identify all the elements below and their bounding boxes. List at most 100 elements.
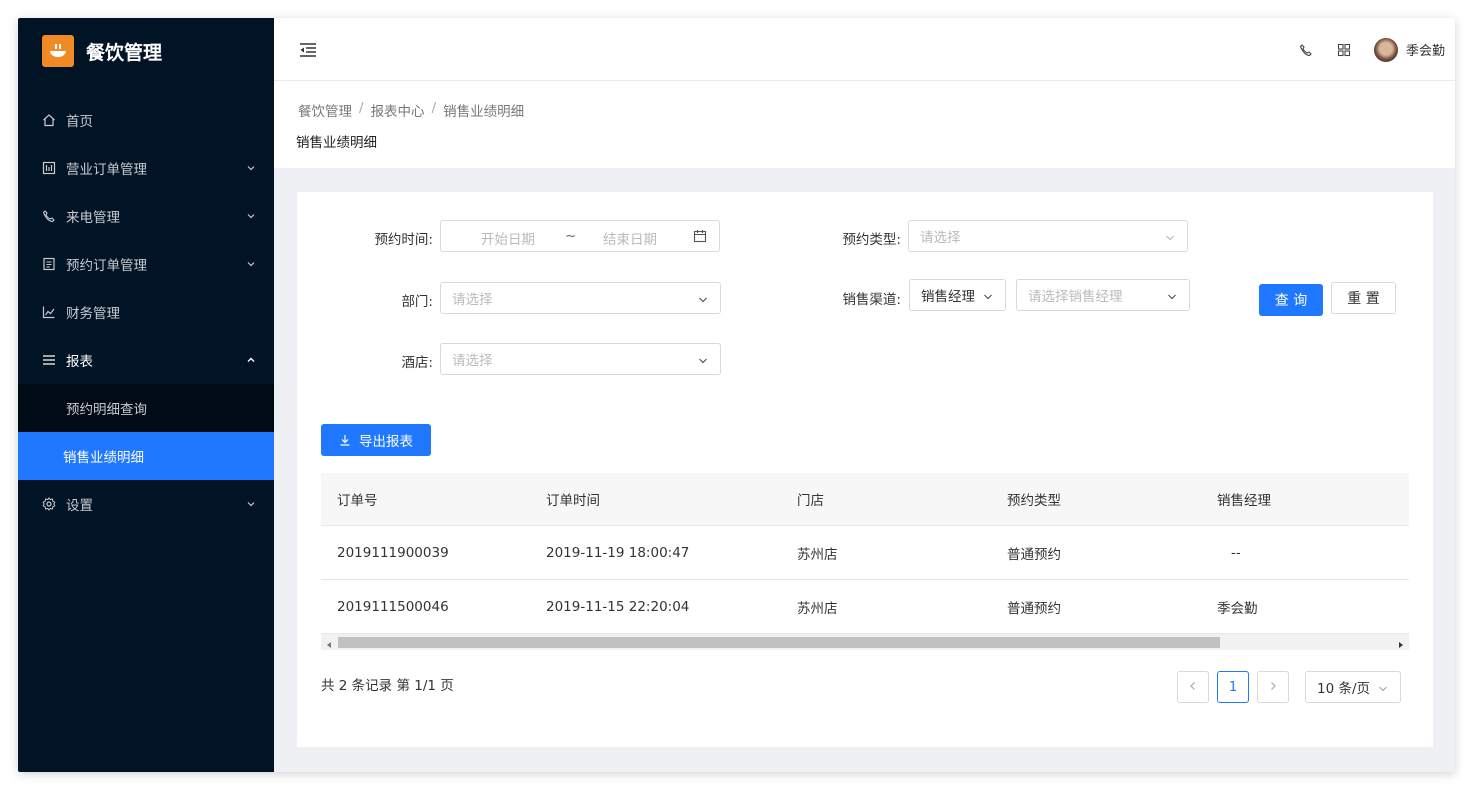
chart-icon bbox=[42, 305, 56, 319]
chevron-down-icon bbox=[246, 259, 256, 269]
column-header: 门店 bbox=[797, 493, 824, 509]
page-header: 餐饮管理 / 报表中心 / 销售业绩明细 销售业绩明细 bbox=[274, 81, 1455, 168]
sidebar-item-settings[interactable]: 设置 bbox=[18, 480, 274, 528]
booking-type-label: 预约类型: bbox=[842, 232, 901, 248]
breadcrumb-separator: / bbox=[359, 100, 364, 116]
content-card: 预约时间: 开始日期 ~ 结束日期 预约类型: 请选择 部门: 请选择 销售渠道… bbox=[297, 192, 1433, 747]
next-page-button[interactable] bbox=[1257, 671, 1289, 703]
chevron-down-icon bbox=[1378, 682, 1388, 698]
reset-button[interactable]: 重 置 bbox=[1331, 282, 1396, 314]
booking-type-placeholder: 请选择 bbox=[920, 230, 961, 246]
hotel-placeholder: 请选择 bbox=[452, 353, 493, 369]
sidebar-item-label: 营业订单管理 bbox=[66, 162, 147, 178]
page-button-current[interactable]: 1 bbox=[1217, 671, 1249, 703]
top-header: 季会勤 bbox=[274, 18, 1455, 81]
sidebar-item-label: 预约明细查询 bbox=[66, 402, 147, 418]
breadcrumb-item[interactable]: 餐饮管理 bbox=[298, 100, 352, 120]
manager-placeholder: 请选择销售经理 bbox=[1028, 289, 1123, 305]
sidebar-item-booking-orders[interactable]: 预约订单管理 bbox=[18, 240, 274, 288]
chevron-down-icon bbox=[698, 293, 708, 303]
scrollbar-thumb[interactable] bbox=[338, 637, 1220, 648]
column-header: 订单时间 bbox=[546, 493, 600, 509]
table-cell: 2019111900039 bbox=[337, 544, 449, 561]
table-row: 2019111900039 2019-11-19 18:00:47 苏州店 普通… bbox=[321, 526, 1409, 580]
sidebar-item-label: 首页 bbox=[66, 114, 93, 130]
chevron-down-icon bbox=[1165, 231, 1175, 241]
scroll-left-icon[interactable] bbox=[325, 638, 333, 648]
collapse-menu-icon[interactable] bbox=[298, 40, 318, 60]
breadcrumb-item: 销售业绩明细 bbox=[443, 104, 525, 120]
export-button[interactable]: 导出报表 bbox=[321, 424, 431, 456]
sidebar-item-reports[interactable]: 报表 bbox=[18, 336, 274, 384]
sidebar-item-label: 预约订单管理 bbox=[66, 258, 147, 274]
breadcrumb: 餐饮管理 / 报表中心 / 销售业绩明细 bbox=[298, 100, 524, 120]
header-actions: 季会勤 bbox=[1298, 18, 1445, 81]
chevron-down-icon bbox=[246, 211, 256, 221]
horizontal-scrollbar[interactable] bbox=[321, 634, 1409, 650]
page-title: 销售业绩明细 bbox=[296, 135, 377, 151]
menu-icon bbox=[42, 353, 56, 367]
table-cell: 普通预约 bbox=[1007, 600, 1061, 617]
dept-label: 部门: bbox=[401, 294, 433, 310]
home-icon bbox=[42, 113, 56, 127]
start-date-placeholder[interactable]: 开始日期 bbox=[481, 228, 535, 248]
avatar[interactable] bbox=[1373, 37, 1398, 62]
date-range-input[interactable]: 开始日期 ~ 结束日期 bbox=[440, 220, 720, 252]
bowl-logo-icon bbox=[42, 35, 74, 67]
chevron-left-icon bbox=[1188, 680, 1198, 695]
chevron-down-icon bbox=[246, 499, 256, 509]
sidebar-item-sales-detail[interactable]: 销售业绩明细 bbox=[18, 432, 274, 480]
sidebar-item-label: 财务管理 bbox=[66, 306, 120, 322]
grid-icon[interactable] bbox=[1336, 42, 1352, 58]
table-cell: 苏州店 bbox=[797, 546, 838, 563]
column-header: 订单号 bbox=[337, 493, 378, 509]
phone-icon bbox=[42, 209, 56, 223]
table-cell: 普通预约 bbox=[1007, 546, 1061, 563]
scroll-right-icon[interactable] bbox=[1397, 638, 1405, 648]
channel-select[interactable]: 销售经理 bbox=[909, 279, 1006, 311]
gear-icon bbox=[42, 497, 56, 511]
reports-submenu: 预约明细查询 销售业绩明细 bbox=[18, 384, 274, 480]
chevron-down-icon bbox=[1167, 290, 1177, 300]
manager-select[interactable]: 请选择销售经理 bbox=[1016, 279, 1190, 311]
app-title: 餐饮管理 bbox=[86, 41, 163, 64]
phone-icon[interactable] bbox=[1298, 42, 1314, 58]
sidebar-item-finance[interactable]: 财务管理 bbox=[18, 288, 274, 336]
download-icon bbox=[339, 434, 351, 446]
chevron-down-icon bbox=[246, 163, 256, 173]
booking-type-select[interactable]: 请选择 bbox=[908, 220, 1188, 252]
hotel-label: 酒店: bbox=[401, 355, 433, 371]
table-cell: 季会勤 bbox=[1217, 600, 1258, 617]
page-size-select[interactable]: 10 条/页 bbox=[1305, 671, 1401, 703]
sidebar-item-calls[interactable]: 来电管理 bbox=[18, 192, 274, 240]
chevron-down-icon bbox=[698, 354, 708, 364]
sidebar-item-label: 设置 bbox=[66, 498, 93, 514]
list-icon bbox=[42, 257, 56, 271]
chevron-up-icon bbox=[246, 355, 256, 365]
date-range-separator: ~ bbox=[565, 228, 577, 244]
sidebar-item-business-orders[interactable]: 营业订单管理 bbox=[18, 144, 274, 192]
prev-page-button[interactable] bbox=[1177, 671, 1209, 703]
sidebar-item-booking-detail[interactable]: 预约明细查询 bbox=[18, 384, 274, 432]
username[interactable]: 季会勤 bbox=[1406, 40, 1445, 59]
dept-select[interactable]: 请选择 bbox=[440, 282, 721, 314]
breadcrumb-separator: / bbox=[431, 100, 437, 116]
sidebar-item-label: 销售业绩明细 bbox=[63, 450, 144, 466]
channel-value: 销售经理 bbox=[921, 289, 975, 305]
app-window: 餐饮管理 首页 营业订单管理 来电管理 预约订单管理 财务管理 报表 预约明细查… bbox=[18, 18, 1455, 772]
chevron-right-icon bbox=[1268, 680, 1278, 695]
table-header: 订单号 订单时间 门店 预约类型 销售经理 bbox=[321, 473, 1409, 526]
calendar-icon[interactable] bbox=[693, 229, 707, 247]
sidebar-item-label: 报表 bbox=[66, 354, 93, 370]
chevron-down-icon bbox=[983, 290, 993, 300]
sidebar-item-home[interactable]: 首页 bbox=[18, 96, 274, 144]
breadcrumb-item[interactable]: 报表中心 bbox=[371, 100, 425, 120]
table-row: 2019111500046 2019-11-15 22:20:04 苏州店 普通… bbox=[321, 580, 1409, 634]
query-button[interactable]: 查 询 bbox=[1259, 284, 1323, 316]
export-label: 导出报表 bbox=[359, 434, 413, 450]
hotel-select[interactable]: 请选择 bbox=[440, 343, 721, 375]
end-date-placeholder[interactable]: 结束日期 bbox=[603, 228, 657, 248]
sidebar: 餐饮管理 首页 营业订单管理 来电管理 预约订单管理 财务管理 报表 预约明细查… bbox=[18, 18, 274, 772]
sidebar-menu: 首页 营业订单管理 来电管理 预约订单管理 财务管理 报表 预约明细查询 销售业… bbox=[18, 96, 274, 528]
pagination-summary: 共 2 条记录 第 1/1 页 bbox=[321, 678, 454, 694]
